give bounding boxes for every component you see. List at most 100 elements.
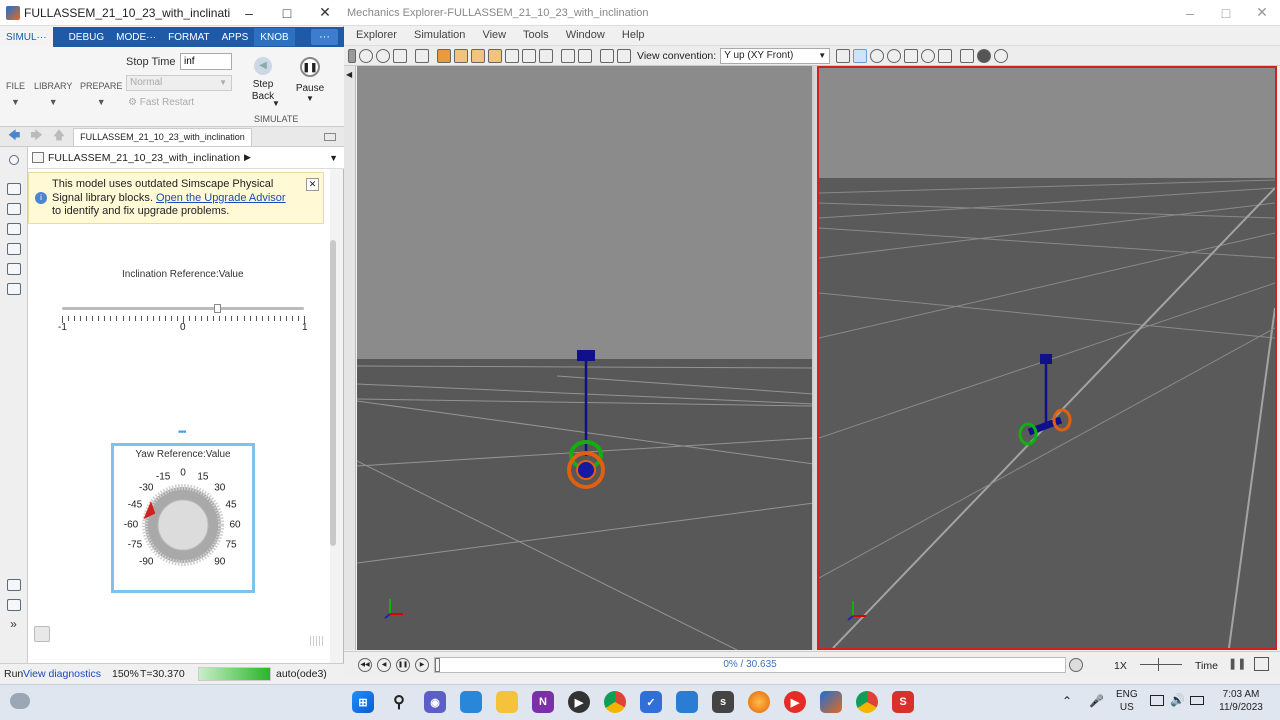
network-icon[interactable]	[1150, 695, 1164, 706]
battery-icon[interactable]	[1190, 696, 1204, 705]
model-canvas[interactable]: i This model uses outdated Simscape Phys…	[28, 169, 330, 663]
forward-arrow-icon[interactable]: 🡆	[30, 126, 42, 147]
desktop-icon[interactable]	[460, 691, 482, 713]
slider-thumb[interactable]	[213, 304, 221, 313]
property-inspector-icon[interactable]	[6, 599, 21, 611]
minimize-button[interactable]: –	[1172, 0, 1208, 26]
close-button[interactable]: ✕	[306, 0, 344, 26]
minimize-button[interactable]: –	[230, 0, 268, 26]
annotation-icon[interactable]	[6, 243, 21, 255]
tab-simulation[interactable]: SIMUL···	[0, 27, 53, 47]
settings-toolbar-icon[interactable]	[994, 48, 1009, 63]
horizontal-scroll-grip[interactable]	[310, 636, 324, 646]
volume-icon[interactable]: 🔊	[1170, 693, 1185, 707]
stop-time-input[interactable]	[180, 53, 232, 70]
menu-window[interactable]: Window	[566, 29, 605, 41]
roll-icon[interactable]	[887, 48, 902, 63]
select-cursor-icon[interactable]	[853, 48, 868, 63]
model-tab[interactable]: FULLASSEM_21_10_23_with_inclination	[73, 127, 252, 146]
back-arrow-icon[interactable]: 🡄	[8, 126, 20, 147]
split-view-icon[interactable]	[561, 48, 575, 63]
onenote-icon[interactable]: N	[532, 691, 554, 713]
zoom-icon[interactable]	[921, 48, 936, 63]
rotate-icon[interactable]	[870, 48, 885, 63]
playback-speed[interactable]: 1X	[1114, 660, 1127, 672]
recorder-icon[interactable]: S	[892, 691, 914, 713]
knob-dial[interactable]: -90 -75 -60 -45 -30 -15 0 15 30 45 60 75 90	[114, 446, 252, 590]
teams-icon[interactable]: ◉	[424, 691, 446, 713]
app-s-icon[interactable]: s	[712, 691, 734, 713]
tab-modeling[interactable]: MODE···	[110, 28, 162, 46]
close-button[interactable]: ✕	[1244, 0, 1280, 26]
keyboard-icon[interactable]	[324, 132, 336, 141]
chrome-profile-icon[interactable]	[856, 691, 878, 713]
view-left-icon[interactable]	[471, 48, 485, 63]
youtube-icon[interactable]: ▶	[784, 691, 806, 713]
record-button[interactable]	[1069, 658, 1083, 672]
view-bottom-icon[interactable]	[522, 48, 536, 63]
rewind-button[interactable]: ◀◀	[358, 658, 372, 672]
matlab-icon[interactable]	[820, 691, 842, 713]
tray-chevron-icon[interactable]: ⌃	[1062, 694, 1072, 708]
view-convention-select[interactable]: Y up (XY Front) ▼	[720, 47, 831, 64]
split-v-icon[interactable]	[617, 48, 631, 63]
tab-knob[interactable]: KNOB	[254, 28, 295, 46]
fit-view-icon[interactable]	[6, 203, 21, 215]
tree-collapse-strip[interactable]: ◀	[344, 66, 356, 650]
viewport-front[interactable]	[357, 66, 814, 650]
maximize-button[interactable]: □	[1208, 0, 1244, 26]
menu-view[interactable]: View	[482, 29, 506, 41]
drag-handle-icon[interactable]: •••	[178, 427, 186, 438]
split-h-icon[interactable]	[600, 48, 614, 63]
search-icon[interactable]: ⚲	[388, 691, 410, 713]
frames-icon[interactable]	[960, 48, 975, 63]
weather-icon[interactable]	[10, 693, 30, 709]
image-icon[interactable]	[6, 263, 21, 275]
step-back-button[interactable]: ◀	[377, 658, 391, 672]
tasks-icon[interactable]: ✓	[640, 691, 662, 713]
canvas-corner-button[interactable]	[34, 626, 50, 642]
library-menu-button[interactable]: LIBRARY ▼	[34, 81, 72, 107]
tab-format[interactable]: FORMAT	[162, 28, 215, 46]
camera-icon[interactable]	[6, 579, 21, 591]
file-menu-button[interactable]: FILE ▼	[6, 81, 25, 107]
start-icon[interactable]: ⊞	[352, 691, 374, 713]
center-of-mass-icon[interactable]	[977, 48, 992, 63]
view-diagnostics-link[interactable]: View diagnostics	[23, 668, 101, 680]
speed-slider[interactable]	[1140, 658, 1182, 671]
pause-toolbar-icon[interactable]	[359, 48, 373, 63]
more-tabs-button[interactable]: ···	[311, 29, 338, 45]
file-explorer-icon[interactable]	[496, 691, 518, 713]
hide-show-icon[interactable]	[8, 155, 19, 165]
playback-slider[interactable]: 0% / 30.635	[434, 657, 1066, 673]
yaw-knob-block[interactable]: Yaw Reference:Value -90 -75 -60 -45 -30 -15 0 1…	[111, 443, 255, 593]
microphone-icon[interactable]: 🎤	[1089, 694, 1104, 708]
pause-mode-icon[interactable]: ❚❚	[1228, 657, 1246, 671]
prepare-menu-button[interactable]: PREPARE ▼	[80, 81, 122, 107]
close-icon[interactable]: ✕	[306, 178, 319, 191]
knob-face[interactable]	[157, 499, 209, 551]
view-top-icon[interactable]	[505, 48, 519, 63]
clock[interactable]: 7:03 AM 11/9/2023	[1216, 688, 1266, 714]
fit-to-view-icon[interactable]	[415, 48, 429, 63]
fullscreen-icon[interactable]	[1254, 657, 1269, 671]
view-front-icon[interactable]	[437, 48, 451, 63]
view-iso-icon[interactable]	[539, 48, 553, 63]
fast-restart-toggle[interactable]: ⚙ Fast Restart	[128, 97, 194, 108]
vertical-scrollbar[interactable]	[330, 240, 336, 546]
pan-icon[interactable]	[904, 48, 919, 63]
area-icon[interactable]	[6, 283, 21, 295]
arrow-icon[interactable]	[6, 223, 21, 235]
chevron-down-icon[interactable]: ▼	[329, 153, 338, 163]
chrome-icon[interactable]	[604, 691, 626, 713]
pause-button[interactable]: ❚❚ Pause ▼	[294, 57, 326, 103]
viewport-iso[interactable]	[817, 66, 1277, 650]
zoom-box-icon[interactable]	[938, 48, 953, 63]
expand-icon[interactable]: »	[0, 617, 27, 631]
stop-toolbar-icon[interactable]	[376, 48, 390, 63]
tab-debug[interactable]: DEBUG	[63, 28, 111, 46]
view-back-icon[interactable]	[454, 48, 468, 63]
language-indicator[interactable]: ENG US	[1116, 688, 1138, 714]
tab-apps[interactable]: APPS	[216, 28, 255, 46]
view-right-icon[interactable]	[488, 48, 502, 63]
